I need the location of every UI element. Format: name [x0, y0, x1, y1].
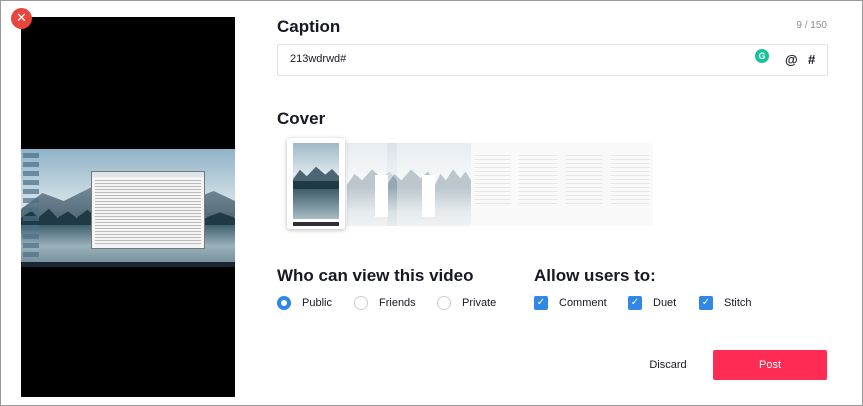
caption-char-count: 9 / 150	[796, 20, 827, 31]
frame-divider	[422, 175, 435, 217]
mention-button[interactable]: @	[785, 52, 798, 67]
cover-frame-thumb[interactable]	[515, 143, 561, 226]
checkmark-icon[interactable]: ✓	[699, 296, 713, 310]
privacy-option-label: Friends	[379, 297, 416, 309]
friends-radio[interactable]	[354, 296, 368, 310]
privacy-option-private[interactable]: Private	[437, 294, 496, 312]
cover-title: Cover	[277, 109, 326, 128]
hashtag-button[interactable]: #	[808, 52, 815, 67]
caption-input[interactable]	[290, 53, 730, 65]
allow-option-label: Duet	[653, 297, 677, 309]
cover-frame-thumb[interactable]	[561, 143, 607, 226]
private-radio[interactable]	[437, 296, 451, 310]
cover-frame-thumb[interactable]	[607, 143, 653, 226]
post-button[interactable]: Post	[713, 350, 827, 380]
grammarly-icon[interactable]: G	[755, 49, 769, 63]
video-preview	[21, 17, 235, 397]
privacy-option-public[interactable]: Public	[277, 294, 332, 312]
public-radio[interactable]	[277, 296, 291, 310]
allow-option-label: Comment	[559, 297, 607, 309]
upload-dialog: ✕ Caption 9 / 150 G @ # Cover	[0, 0, 863, 406]
cover-frame-thumb[interactable]	[435, 143, 471, 226]
allow-duet[interactable]: ✓ Duet	[628, 294, 676, 312]
selected-cover-thumb[interactable]	[287, 138, 345, 229]
frame-divider	[375, 175, 388, 217]
privacy-title: Who can view this video	[277, 266, 474, 285]
allow-comment[interactable]: ✓ Comment	[534, 294, 607, 312]
allow-title: Allow users to:	[534, 266, 656, 285]
allow-stitch[interactable]: ✓ Stitch	[699, 294, 752, 312]
privacy-option-label: Private	[462, 297, 497, 309]
allow-option-label: Stitch	[724, 297, 752, 309]
cover-frame-strip[interactable]	[291, 143, 653, 226]
preview-screenshot	[21, 149, 235, 267]
cover-frame-thumb[interactable]	[471, 143, 515, 226]
privacy-option-friends[interactable]: Friends	[354, 294, 416, 312]
checkmark-icon[interactable]: ✓	[628, 296, 642, 310]
close-icon[interactable]: ✕	[11, 8, 32, 29]
discard-button[interactable]: Discard	[633, 351, 703, 379]
caption-title: Caption	[277, 17, 341, 36]
checkmark-icon[interactable]: ✓	[534, 296, 548, 310]
privacy-option-label: Public	[302, 297, 332, 309]
caption-field[interactable]: G @ #	[277, 44, 828, 76]
